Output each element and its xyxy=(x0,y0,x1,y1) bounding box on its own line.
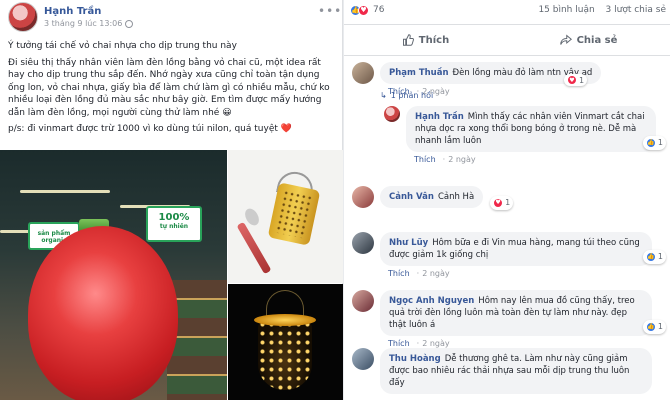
post-body: Đi siêu thị thấy nhân viên làm đèn lồng … xyxy=(8,57,330,118)
comment-reaction[interactable]: 👍 1 xyxy=(642,250,666,264)
post-text: Ý tưởng tái chế vỏ chai nhựa cho dịp tru… xyxy=(8,40,336,140)
like-label: Thích xyxy=(418,34,450,46)
reaction-stats: 👍 ♥ 76 15 bình luận 3 lượt chia sẻ xyxy=(350,2,666,18)
comment-meta: Thích · 2 ngày xyxy=(388,339,450,348)
comment-reaction-count: 1 xyxy=(505,198,511,207)
commenter-avatar[interactable] xyxy=(352,62,374,84)
more-dots-icon[interactable]: ••• xyxy=(318,4,342,18)
comment-reaction[interactable]: 👍 1 xyxy=(642,320,666,334)
commenter-avatar[interactable] xyxy=(352,186,374,208)
reply-meta: Thích · 2 ngày xyxy=(414,155,476,164)
post-panel: Hạnh Trần 3 tháng 9 lúc 13:06 ••• Ý tưởn… xyxy=(0,0,343,400)
comment: Như Lũy Hôm bữa e đi Vin mua hàng, mang t… xyxy=(352,232,666,278)
reply-bubble: Hạnh Trần Mình thấy các nhân viên Vinmart… xyxy=(406,106,666,152)
comment: Ngọc Anh Nguyen Hôm nay lên mua đồ cũng t… xyxy=(352,290,666,348)
comments-panel: 👍 ♥ 76 15 bình luận 3 lượt chia sẻ Thích… xyxy=(344,0,670,400)
comment-author[interactable]: Cảnh Vân xyxy=(389,192,434,202)
reply-author[interactable]: Hạnh Trần xyxy=(415,112,464,122)
reply-time[interactable]: 2 ngày xyxy=(448,155,475,164)
share-button[interactable]: Chia sẻ xyxy=(507,25,670,55)
comment-like-link[interactable]: Thích xyxy=(388,339,410,348)
comment-author[interactable]: Như Lũy xyxy=(389,238,428,248)
share-label: Chia sẻ xyxy=(576,34,618,46)
lantern-glow xyxy=(254,314,316,326)
photo-lit-lantern[interactable] xyxy=(228,284,343,400)
comment-bubble: Như Lũy Hôm bữa e đi Vin mua hàng, mang t… xyxy=(380,232,666,266)
love-reaction-icon: ♥ xyxy=(493,198,504,208)
love-reaction-icon[interactable]: ♥ xyxy=(358,4,369,16)
love-reaction-icon: ♥ xyxy=(567,75,577,85)
like-reaction-icon: 👍 xyxy=(645,138,656,148)
comment-bubble: Cảnh Vân Cảnh Hà ♥ 1 xyxy=(380,186,514,210)
reply-reaction[interactable]: 👍 1 xyxy=(642,136,666,150)
reply-comment: Hạnh Trần Mình thấy các nhân viên Vinmart… xyxy=(384,106,666,164)
red-balloon-lantern xyxy=(28,226,178,400)
post-header: Hạnh Trần 3 tháng 9 lúc 13:06 xyxy=(8,2,134,32)
comment-reaction-count: 1 xyxy=(579,75,585,85)
author-avatar[interactable] xyxy=(8,2,38,32)
ceiling-light xyxy=(20,190,110,193)
comment-bubble: Ngọc Anh Nguyen Hôm nay lên mua đồ cũng t… xyxy=(380,290,666,336)
commenter-avatar[interactable] xyxy=(352,348,374,370)
share-icon xyxy=(559,34,572,45)
reply-avatar[interactable] xyxy=(384,106,400,122)
like-reaction-icon: 👍 xyxy=(645,252,656,262)
commenter-avatar[interactable] xyxy=(352,290,374,312)
comment-author[interactable]: Thu Hoàng xyxy=(389,354,441,364)
commenter-avatar[interactable] xyxy=(352,232,374,254)
comment-bubble: Thu Hoàng Dễ thương ghê ta. Làm như này c… xyxy=(380,348,652,394)
reply-like-link[interactable]: Thích xyxy=(414,155,436,164)
comment-count[interactable]: 15 bình luận xyxy=(538,5,594,15)
natural-sign-text: tự nhiên xyxy=(159,223,189,230)
knife-handle xyxy=(236,221,272,275)
photo-can-lantern[interactable] xyxy=(228,150,343,283)
share-count[interactable]: 3 lượt chia sẻ xyxy=(606,5,666,15)
action-bar: Thích Chia sẻ xyxy=(344,24,670,56)
comment: Thu Hoàng Dễ thương ghê ta. Làm như này c… xyxy=(352,348,652,394)
photo-red-lantern[interactable]: sản phẩm organic 100% tự nhiên xyxy=(0,150,227,400)
comment-reaction[interactable]: ♥ 1 xyxy=(564,74,588,86)
view-replies-link[interactable]: ↳ 1 phản hồi xyxy=(380,91,433,100)
comment-author[interactable]: Phạm Thuần xyxy=(389,68,449,78)
like-button[interactable]: Thích xyxy=(344,25,507,55)
glowing-lantern xyxy=(258,320,312,390)
natural-sign: 100% tự nhiên xyxy=(146,206,202,242)
comment-text[interactable]: Cảnh Hà xyxy=(438,192,474,202)
timestamp-text[interactable]: 3 tháng 9 lúc 13:06 xyxy=(44,19,122,28)
reply-count-label: 1 phản hồi xyxy=(390,91,434,100)
reply-arrow-icon: ↳ xyxy=(380,91,387,100)
like-reaction-icon: 👍 xyxy=(645,322,656,332)
natural-sign-percent: 100% xyxy=(158,212,190,223)
comment-reaction[interactable]: ♥ 1 xyxy=(490,196,514,210)
comment-time[interactable]: 2 ngày xyxy=(422,269,449,278)
comment-author[interactable]: Ngọc Anh Nguyen xyxy=(389,296,474,306)
post-ps: p/s: đi vinmart được trừ 1000 vì ko dùng… xyxy=(8,124,292,134)
comment-time[interactable]: 2 ngày xyxy=(422,339,449,348)
comment-like-link[interactable]: Thích xyxy=(388,269,410,278)
thumbs-up-icon xyxy=(402,34,414,46)
author-name[interactable]: Hạnh Trần xyxy=(44,6,133,17)
stats-right: 15 bình luận 3 lượt chia sẻ xyxy=(530,5,666,15)
comment: Cảnh Vân Cảnh Hà ♥ 1 xyxy=(352,186,514,210)
comment-reaction-count: 1 xyxy=(657,252,663,261)
post-title: Ý tưởng tái chế vỏ chai nhựa cho dịp tru… xyxy=(8,41,237,51)
comment-reaction-count: 1 xyxy=(657,322,663,331)
globe-icon xyxy=(125,19,134,28)
comment-meta: Thích · 2 ngày xyxy=(388,269,450,278)
reply-reaction-count: 1 xyxy=(657,138,663,147)
reaction-count[interactable]: 76 xyxy=(373,5,384,15)
post-timestamp[interactable]: 3 tháng 9 lúc 13:06 xyxy=(44,19,134,28)
